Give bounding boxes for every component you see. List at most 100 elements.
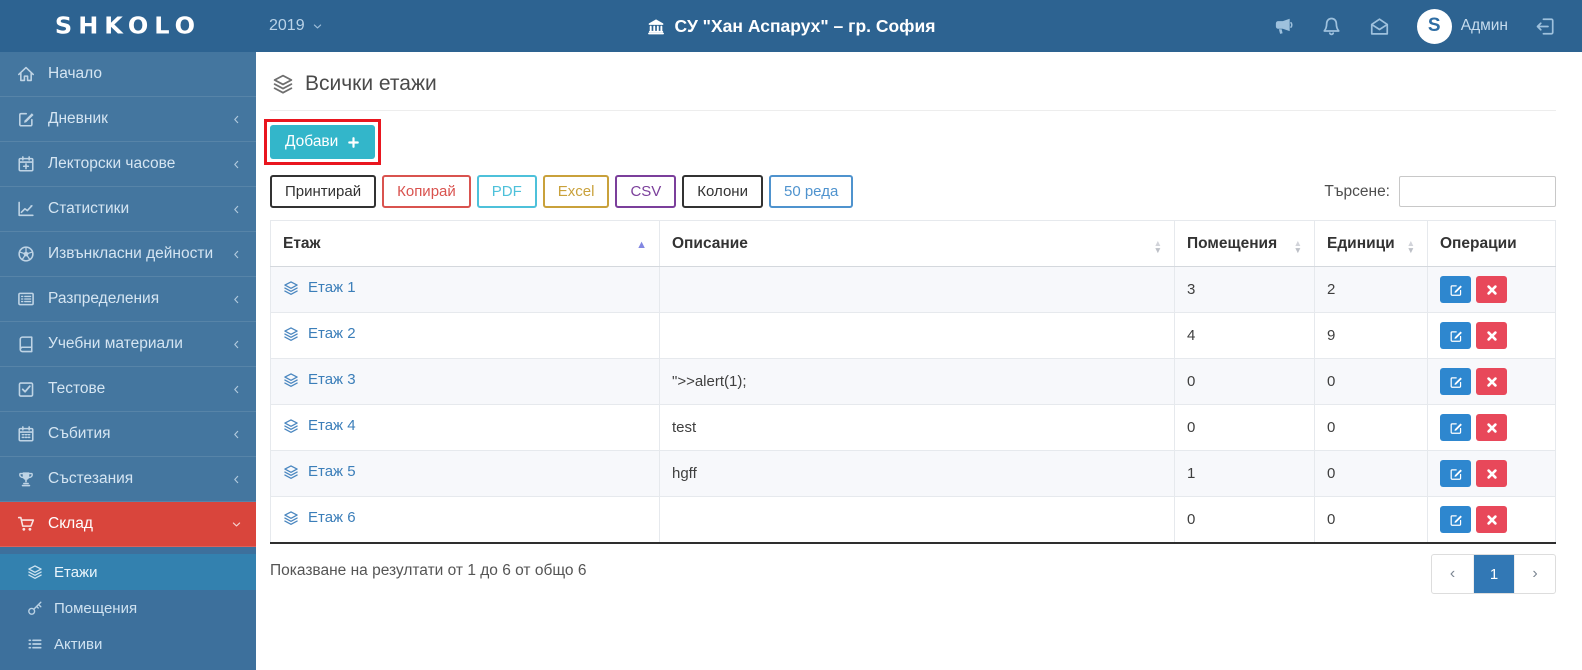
sidebar-item-extracurricular[interactable]: Извънкласни дейности: [0, 232, 256, 277]
table-row: Етаж 4 test 0 0: [270, 404, 1556, 451]
units-cell: 2: [1314, 266, 1428, 313]
edit-button[interactable]: [1440, 414, 1471, 441]
sidebar-item-label: Разпределения: [48, 290, 160, 307]
units-cell: 0: [1314, 450, 1428, 497]
edit-button[interactable]: [1440, 276, 1471, 303]
pencil-square-icon: [17, 110, 35, 128]
units-cell: 0: [1314, 496, 1428, 544]
edit-button[interactable]: [1440, 322, 1471, 349]
toolbar-button-columns[interactable]: Колони: [682, 175, 763, 208]
notifications-bell-icon[interactable]: [1321, 16, 1342, 37]
edit-button[interactable]: [1440, 460, 1471, 487]
edit-button[interactable]: [1440, 368, 1471, 395]
user-name: Админ: [1460, 17, 1508, 34]
chevron-left-icon: [231, 159, 242, 170]
rooms-cell: 3: [1174, 266, 1315, 313]
floor-link[interactable]: Етаж 6: [283, 509, 356, 526]
delete-button[interactable]: [1476, 506, 1507, 533]
rooms-cell: 0: [1174, 404, 1315, 451]
sidebar-item-distributions[interactable]: Разпределения: [0, 277, 256, 322]
sidebar-item-label: Статистики: [48, 200, 130, 217]
delete-button[interactable]: [1476, 276, 1507, 303]
sidebar-subitem-label: Активи: [54, 635, 103, 653]
sidebar: Начало Дневник Лекторски часове Статисти…: [0, 52, 256, 670]
sidebar-item-label: Дневник: [48, 110, 108, 127]
chevron-left-icon: [231, 114, 242, 125]
calendar-icon: [17, 425, 35, 443]
sidebar-menu: Начало Дневник Лекторски часове Статисти…: [0, 52, 256, 547]
rooms-cell: 0: [1174, 496, 1315, 544]
sidebar-item-competitions[interactable]: Състезания: [0, 457, 256, 502]
chevron-left-icon: [231, 474, 242, 485]
sort-icon: ▲ ▼: [1406, 238, 1415, 255]
delete-button[interactable]: [1476, 368, 1507, 395]
year-dropdown[interactable]: 2019: [269, 17, 323, 35]
page-title: Всички етажи: [270, 60, 1556, 111]
operations-cell: [1427, 312, 1556, 359]
column-header-label: Описание: [672, 234, 748, 252]
operations-cell: [1427, 450, 1556, 497]
futbol-icon: [17, 245, 35, 263]
column-header-description[interactable]: Описание ▲ ▼: [659, 220, 1175, 267]
chevron-left-icon: [231, 429, 242, 440]
column-header-floor[interactable]: Етаж ▲: [270, 220, 660, 267]
announcements-megaphone-icon[interactable]: [1273, 16, 1294, 37]
floor-link[interactable]: Етаж 3: [283, 371, 356, 388]
chevron-down-icon: [312, 21, 323, 32]
sidebar-item-lecture-hours[interactable]: Лекторски часове: [0, 142, 256, 187]
toolbar-button-print[interactable]: Принтирай: [270, 175, 377, 208]
column-header-units[interactable]: Единици ▲ ▼: [1314, 220, 1428, 267]
sidebar-subitem-label: Етажи: [54, 563, 98, 581]
column-header-label: Етаж: [283, 234, 321, 252]
sidebar-item-warehouse[interactable]: Склад: [0, 502, 256, 547]
shkolo-logo[interactable]: SHKOLO: [55, 13, 201, 40]
toolbar-button-excel[interactable]: Excel: [542, 175, 610, 208]
school-selector[interactable]: СУ "Хан Аспарух" – гр. София: [647, 16, 935, 37]
toolbar-button-csv[interactable]: CSV: [615, 175, 677, 208]
x-icon: [1485, 329, 1499, 343]
sidebar-item-study-materials[interactable]: Учебни материали: [0, 322, 256, 367]
delete-button[interactable]: [1476, 460, 1507, 487]
logout-icon[interactable]: [1535, 16, 1556, 37]
sidebar-item-statistics[interactable]: Статистики: [0, 187, 256, 232]
search-input[interactable]: [1399, 176, 1556, 207]
column-header-label: Операции: [1440, 234, 1517, 252]
chevron-down-icon: [231, 519, 242, 530]
sidebar-item-tests[interactable]: Тестове: [0, 367, 256, 412]
delete-button[interactable]: [1476, 414, 1507, 441]
sidebar-item-home[interactable]: Начало: [0, 52, 256, 97]
home-icon: [17, 65, 35, 83]
edit-button[interactable]: [1440, 506, 1471, 533]
operations-cell: [1427, 404, 1556, 451]
sidebar-subitem-floors[interactable]: Етажи: [0, 554, 256, 590]
floors-table: Етаж ▲ Описание ▲ ▼ Помещения ▲ ▼ Единици …: [270, 220, 1556, 544]
topbar: SHKOLO 2019 СУ "Хан Аспарух" – гр. София…: [0, 0, 1582, 52]
floor-link[interactable]: Етаж 5: [283, 463, 356, 480]
add-button[interactable]: Добави: [270, 125, 376, 159]
sidebar-item-events[interactable]: Събития: [0, 412, 256, 457]
column-header-rooms[interactable]: Помещения ▲ ▼: [1174, 220, 1315, 267]
rooms-cell: 4: [1174, 312, 1315, 359]
sidebar-subitem-rooms[interactable]: Помещения: [0, 590, 256, 626]
pagination-next[interactable]: ›: [1514, 555, 1555, 593]
table-body: Етаж 1 3 2 Етаж 2 4 9 Етаж 3 ">>alert(1)…: [270, 266, 1556, 544]
layers-icon: [27, 564, 43, 580]
pagination-prev[interactable]: ‹: [1432, 555, 1473, 593]
sidebar-item-diary[interactable]: Дневник: [0, 97, 256, 142]
delete-button[interactable]: [1476, 322, 1507, 349]
sidebar-item-label: Извънкласни дейности: [48, 245, 214, 262]
search-label: Търсене:: [1324, 182, 1390, 200]
toolbar-button-pdf[interactable]: PDF: [476, 175, 537, 208]
pagination: ‹ 1 ›: [1431, 554, 1556, 594]
toolbar-button-rows-50[interactable]: 50 реда: [768, 175, 854, 208]
avatar: S: [1416, 8, 1452, 44]
toolbar-button-copy[interactable]: Копирай: [382, 175, 471, 208]
sidebar-subitem-assets[interactable]: Активи: [0, 626, 256, 662]
floor-name: Етаж 3: [308, 371, 356, 389]
messages-envelope-icon[interactable]: [1369, 16, 1390, 37]
floor-link[interactable]: Етаж 4: [283, 417, 356, 434]
user-menu[interactable]: S Админ: [1416, 8, 1508, 44]
pagination-page-1[interactable]: 1: [1473, 555, 1514, 593]
floor-link[interactable]: Етаж 1: [283, 279, 356, 296]
floor-link[interactable]: Етаж 2: [283, 325, 356, 342]
